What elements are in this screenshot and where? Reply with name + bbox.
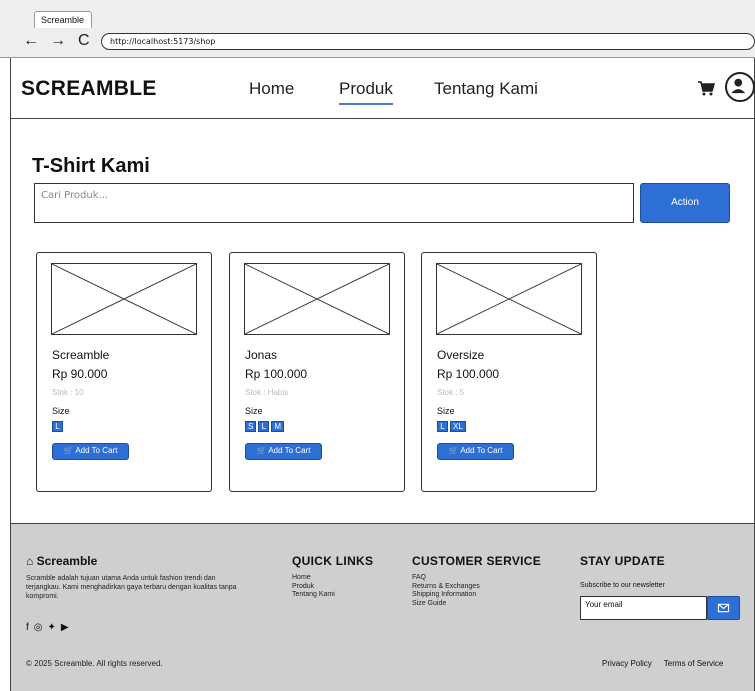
youtube-icon[interactable]: ▶ — [61, 622, 69, 633]
product-image-placeholder — [436, 263, 582, 335]
newsletter-email-input[interactable]: Your email — [580, 596, 707, 620]
product-stock: Stok : 5 — [437, 388, 465, 397]
footer-link-shipping[interactable]: Shipping Information — [412, 591, 480, 600]
footer-link-home[interactable]: Home — [292, 574, 335, 583]
product-image-placeholder — [244, 263, 390, 335]
user-avatar-icon[interactable] — [725, 72, 755, 102]
privacy-policy-link[interactable]: Privacy Policy — [602, 659, 652, 668]
product-stock: Stok : 10 — [52, 388, 84, 397]
product-name: Oversize — [437, 348, 485, 362]
back-icon[interactable]: ← — [23, 32, 39, 50]
copyright: © 2025 Screamble. All rights reserved. — [26, 659, 163, 668]
add-to-cart-button[interactable]: 🛒 Add To Cart — [437, 443, 514, 460]
footer-link-tentang-kami[interactable]: Tentang Kami — [292, 591, 335, 600]
product-price: Rp 100.000 — [437, 367, 500, 381]
mail-send-button[interactable] — [707, 596, 740, 620]
quick-links-title: QUICK LINKS — [292, 554, 374, 568]
stay-update-title: STAY UPDATE — [580, 554, 665, 568]
product-card[interactable]: Screamble Rp 90.000 Stok : 10 Size L 🛒 A… — [36, 252, 212, 492]
add-to-cart-button[interactable]: 🛒 Add To Cart — [52, 443, 129, 460]
page-title: T-Shirt Kami — [32, 155, 150, 177]
customer-service-title: CUSTOMER SERVICE — [412, 554, 542, 568]
product-card[interactable]: Oversize Rp 100.000 Stok : 5 Size L XL 🛒… — [421, 252, 597, 492]
search-input[interactable]: Cari Produk... — [34, 183, 634, 223]
url-bar[interactable]: http://localhost:5173/shop — [101, 33, 755, 50]
product-card[interactable]: Jonas Rp 100.000 Stok : Habis Size S L M… — [229, 252, 405, 492]
action-button[interactable]: Action — [640, 183, 730, 223]
site-header: SCREAMBLE Home Produk Tentang Kami — [11, 58, 755, 119]
size-chip[interactable]: XL — [450, 421, 466, 432]
footer-description: Scramble adalah tujuan utama Anda untuk … — [26, 575, 237, 600]
legal-links: Privacy Policy Terms of Service — [602, 659, 723, 668]
product-name: Screamble — [52, 348, 110, 362]
terms-of-service-link[interactable]: Terms of Service — [664, 659, 724, 668]
size-label: Size — [52, 406, 70, 416]
size-chip[interactable]: L — [258, 421, 270, 432]
product-price: Rp 100.000 — [245, 367, 308, 381]
social-links: f ◎ ✦ ▶ — [26, 622, 69, 633]
size-label: Size — [245, 406, 263, 416]
forward-icon[interactable]: → — [50, 32, 66, 50]
subscribe-text: Subscribe to our newsletter — [580, 582, 665, 589]
size-chip[interactable]: M — [271, 421, 285, 432]
size-chip[interactable]: S — [245, 421, 257, 432]
shopping-bag-icon: ⌂ — [26, 554, 34, 568]
footer-link-produk[interactable]: Produk — [292, 583, 335, 592]
size-options: S L M — [245, 421, 285, 432]
app-frame: SCREAMBLE Home Produk Tentang Kami T-Shi… — [10, 58, 755, 691]
facebook-icon[interactable]: f — [26, 622, 29, 633]
product-image-placeholder — [51, 263, 197, 335]
footer-link-size-guide[interactable]: Size Guide — [412, 600, 480, 609]
add-to-cart-label: Add To Cart — [460, 446, 503, 455]
footer-brand: ⌂ Screamble — [26, 554, 97, 568]
site-footer: ⌂ Screamble Scramble adalah tujuan utama… — [11, 523, 754, 691]
cart-icon[interactable] — [697, 80, 715, 96]
size-options: L — [52, 421, 63, 432]
size-chip[interactable]: L — [52, 421, 63, 432]
quick-links-list: Home Produk Tentang Kami — [292, 574, 335, 600]
size-label: Size — [437, 406, 455, 416]
add-to-cart-label: Add To Cart — [75, 446, 118, 455]
product-price: Rp 90.000 — [52, 367, 108, 381]
cart-icon: 🛒 — [63, 446, 74, 455]
size-options: L XL — [437, 421, 466, 432]
twitter-icon[interactable]: ✦ — [48, 622, 56, 633]
browser-toolbar: Screamble ← → C http://localhost:5173/sh… — [0, 0, 755, 58]
add-to-cart-button[interactable]: 🛒 Add To Cart — [245, 443, 322, 460]
product-stock: Stok : Habis — [245, 388, 289, 397]
nav-produk[interactable]: Produk — [339, 79, 393, 105]
browser-tab[interactable]: Screamble — [34, 11, 92, 28]
cart-icon: 🛒 — [256, 446, 267, 455]
cart-icon: 🛒 — [448, 446, 459, 455]
instagram-icon[interactable]: ◎ — [34, 622, 43, 633]
reload-icon[interactable]: C — [78, 32, 90, 50]
product-name: Jonas — [245, 348, 278, 362]
nav-tentang-kami[interactable]: Tentang Kami — [434, 79, 538, 99]
size-chip[interactable]: L — [437, 421, 448, 432]
footer-link-faq[interactable]: FAQ — [412, 574, 480, 583]
footer-brand-label: Screamble — [36, 554, 98, 568]
customer-service-list: FAQ Returns & Exchanges Shipping Informa… — [412, 574, 480, 608]
site-logo[interactable]: SCREAMBLE — [21, 77, 157, 101]
add-to-cart-label: Add To Cart — [268, 446, 311, 455]
footer-link-returns[interactable]: Returns & Exchanges — [412, 583, 480, 592]
nav-home[interactable]: Home — [249, 79, 294, 99]
